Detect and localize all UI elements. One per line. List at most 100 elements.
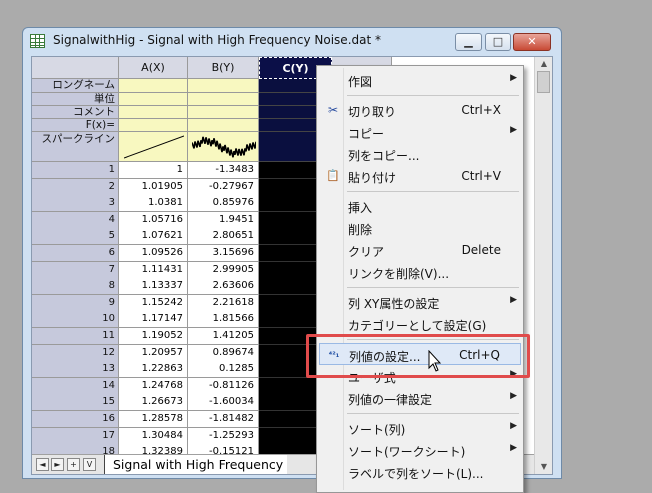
maximize-button[interactable]: □	[485, 33, 511, 51]
cell-a[interactable]: 1.28578	[119, 411, 188, 429]
menu-item-set-category[interactable]: カテゴリーとして設定(G)	[319, 313, 521, 335]
scroll-down-icon[interactable]: ▼	[535, 460, 552, 474]
row-number[interactable]: 1	[32, 162, 119, 180]
cell-b[interactable]: -1.3483	[188, 162, 259, 180]
row-label-comments[interactable]: コメント	[32, 106, 119, 119]
menu-item-sort-column[interactable]: ソート(列) ▶	[319, 417, 521, 439]
menu-item-delete[interactable]: 削除	[319, 217, 521, 239]
row-label-formula[interactable]: F(x)=	[32, 119, 119, 132]
menu-item-set-multiple-values[interactable]: 列値の一律設定 ▶	[319, 387, 521, 409]
row-number[interactable]: 14	[32, 377, 119, 395]
row-number[interactable]: 2	[32, 178, 119, 196]
cell-a[interactable]: 1.0381	[119, 195, 188, 213]
row-number[interactable]: 10	[32, 311, 119, 329]
cell-b[interactable]: 1.9451	[188, 211, 259, 229]
row-label-sparklines[interactable]: スパークライン	[32, 132, 119, 162]
menu-item-copy-columns[interactable]: 列をコピー...	[319, 143, 521, 165]
cell-b[interactable]: 1.81566	[188, 311, 259, 329]
row-number[interactable]: 16	[32, 411, 119, 429]
cell-a[interactable]: 1.17147	[119, 311, 188, 329]
cell-a[interactable]: 1.07621	[119, 228, 188, 246]
row-label-units[interactable]: 単位	[32, 93, 119, 106]
cell-a[interactable]: 1.11431	[119, 261, 188, 279]
add-sheet-button[interactable]: +	[67, 458, 80, 471]
cell-b[interactable]: 0.1285	[188, 361, 259, 379]
cell-b[interactable]: -1.60034	[188, 394, 259, 412]
tab-next-button[interactable]: ►	[51, 458, 64, 471]
column-header-a[interactable]: A(X)	[119, 57, 188, 79]
formula-cell[interactable]	[188, 119, 259, 132]
menu-item-copy[interactable]: コピー ▶	[319, 121, 521, 143]
row-number[interactable]: 11	[32, 328, 119, 346]
cell-a[interactable]: 1.26673	[119, 394, 188, 412]
menu-item-insert[interactable]: 挿入	[319, 195, 521, 217]
row-number[interactable]: 13	[32, 361, 119, 379]
submenu-arrow-icon: ▶	[510, 391, 517, 401]
cell-a[interactable]: 1.30484	[119, 427, 188, 445]
menu-item-label: コピー	[348, 127, 385, 141]
cell-b[interactable]: -1.81482	[188, 411, 259, 429]
row-number[interactable]: 4	[32, 211, 119, 229]
long-name-cell[interactable]	[188, 79, 259, 93]
scroll-up-icon[interactable]: ▲	[535, 57, 552, 71]
menu-item-sort-worksheet[interactable]: ソート(ワークシート) ▶	[319, 439, 521, 461]
cell-b[interactable]: 2.63606	[188, 278, 259, 296]
menu-item-cut[interactable]: ✂ 切り取り Ctrl+X	[319, 99, 521, 121]
menu-item-label: ラベルで列をソート(L)...	[348, 467, 484, 481]
units-cell[interactable]	[119, 93, 188, 106]
menu-item-set-xy[interactable]: 列 XY属性の設定 ▶	[319, 291, 521, 313]
formula-cell[interactable]	[119, 119, 188, 132]
cell-b[interactable]: -1.25293	[188, 427, 259, 445]
cell-b[interactable]: 2.99905	[188, 261, 259, 279]
cell-b[interactable]: -0.81126	[188, 377, 259, 395]
row-number[interactable]: 3	[32, 195, 119, 213]
units-cell[interactable]	[188, 93, 259, 106]
cell-a[interactable]: 1.20957	[119, 344, 188, 362]
row-number[interactable]: 5	[32, 228, 119, 246]
corner-cell[interactable]	[32, 57, 119, 79]
cell-a[interactable]: 1.15242	[119, 294, 188, 312]
close-button[interactable]: ✕	[513, 33, 551, 51]
tab-first-button[interactable]: ◄	[36, 458, 49, 471]
sheet-tab[interactable]: Signal with High Frequency	[104, 455, 288, 474]
sparkline-b	[192, 136, 256, 158]
row-label-long-name[interactable]: ロングネーム	[32, 79, 119, 93]
row-number[interactable]: 6	[32, 245, 119, 263]
scroll-thumb[interactable]	[537, 71, 550, 93]
minimize-button[interactable]: ▁	[455, 33, 482, 51]
cell-b[interactable]: 0.89674	[188, 344, 259, 362]
cell-b[interactable]: 1.41205	[188, 328, 259, 346]
comments-cell[interactable]	[188, 106, 259, 119]
sheet-list-button[interactable]: V	[83, 458, 96, 471]
row-number[interactable]: 7	[32, 261, 119, 279]
cell-a[interactable]: 1.05716	[119, 211, 188, 229]
row-number[interactable]: 17	[32, 427, 119, 445]
long-name-cell[interactable]	[119, 79, 188, 93]
cell-a[interactable]: 1.19052	[119, 328, 188, 346]
cell-a[interactable]: 1.24768	[119, 377, 188, 395]
menu-item-plot[interactable]: 作図 ▶	[319, 69, 521, 91]
cell-b[interactable]: 0.85976	[188, 195, 259, 213]
cell-a[interactable]: 1.09526	[119, 245, 188, 263]
cell-a[interactable]: 1	[119, 162, 188, 180]
menu-item-paste[interactable]: 📋 貼り付け Ctrl+V	[319, 165, 521, 187]
row-number[interactable]: 15	[32, 394, 119, 412]
cell-b[interactable]: 2.80651	[188, 228, 259, 246]
column-header-b[interactable]: B(Y)	[188, 57, 259, 79]
menu-item-clear[interactable]: クリア Delete	[319, 239, 521, 261]
cell-a[interactable]: 1.01905	[119, 178, 188, 196]
menu-item-label: 削除	[348, 223, 373, 237]
row-number[interactable]: 12	[32, 344, 119, 362]
cell-a[interactable]: 1.22863	[119, 361, 188, 379]
row-number[interactable]: 9	[32, 294, 119, 312]
title-bar[interactable]: SignalwithHig - Signal with High Frequen…	[23, 28, 561, 56]
row-number[interactable]: 8	[32, 278, 119, 296]
menu-item-sort-by-label[interactable]: ラベルで列をソート(L)...	[319, 461, 521, 483]
menu-item-remove-links[interactable]: リンクを削除(V)...	[319, 261, 521, 283]
comments-cell[interactable]	[119, 106, 188, 119]
cell-b[interactable]: 2.21618	[188, 294, 259, 312]
cell-b[interactable]: -0.27967	[188, 178, 259, 196]
cell-b[interactable]: 3.15696	[188, 245, 259, 263]
vertical-scrollbar[interactable]: ▲ ▼	[534, 57, 552, 474]
cell-a[interactable]: 1.13337	[119, 278, 188, 296]
